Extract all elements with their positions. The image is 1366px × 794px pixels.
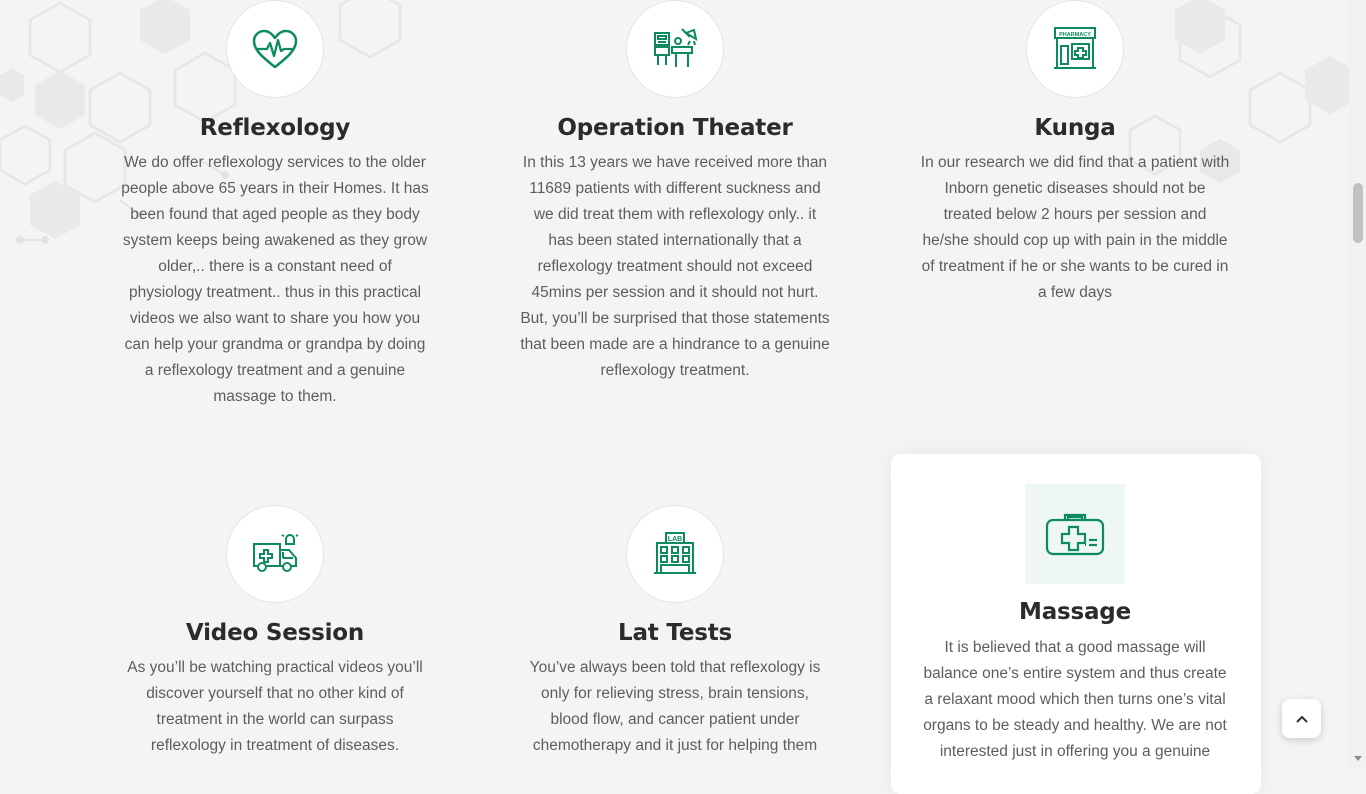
service-video-session: Video Session As you’ll be watching prac… — [120, 505, 430, 759]
service-icon-wrapper — [1025, 484, 1125, 584]
service-title: Reflexology — [199, 115, 351, 141]
service-operation-theater: Operation Theater In this 13 years we ha… — [520, 0, 830, 384]
ambulance-icon — [253, 534, 299, 572]
service-icon-wrapper: PHARMACY — [1026, 0, 1124, 98]
service-description: We do offer reflexology services to the … — [121, 154, 429, 405]
service-description: You’ve always been told that reflexology… — [529, 659, 821, 754]
service-icon-wrapper — [626, 0, 724, 98]
first-aid-kit-icon — [1045, 513, 1105, 556]
operating-room-icon — [654, 28, 698, 67]
service-lat-tests: LAB Lat Tests You’ve always been told th… — [520, 505, 830, 759]
pharmacy-icon: PHARMACY — [1054, 27, 1096, 69]
service-kunga: PHARMACY Kunga In our research we did fi… — [920, 0, 1230, 306]
service-icon-wrapper: LAB — [626, 505, 724, 603]
service-description: In our research we did find that a patie… — [920, 154, 1230, 301]
pharmacy-sign-label: PHARMACY — [1059, 32, 1091, 38]
heart-pulse-icon — [252, 29, 298, 69]
chevron-up-icon — [1295, 715, 1308, 723]
service-title: Lat Tests — [618, 620, 732, 646]
service-icon-wrapper — [226, 0, 324, 98]
scrollbar-track[interactable] — [1349, 0, 1366, 768]
service-description: As you’ll be watching practical videos y… — [127, 659, 423, 754]
scroll-to-top-button[interactable] — [1282, 699, 1321, 738]
service-description: It is believed that a good massage will … — [923, 639, 1227, 760]
service-icon-wrapper — [226, 505, 324, 603]
service-title: Kunga — [1034, 115, 1116, 141]
lab-sign-label: LAB — [668, 536, 682, 543]
service-title: Operation Theater — [557, 115, 793, 141]
service-reflexology: Reflexology We do offer reflexology serv… — [120, 0, 430, 410]
scrollbar-down-arrow[interactable] — [1354, 756, 1362, 761]
service-title: Massage — [1019, 599, 1131, 625]
service-description: In this 13 years we have received more t… — [520, 154, 830, 379]
service-massage: Massage It is believed that a good massa… — [920, 484, 1230, 765]
lab-building-icon: LAB — [654, 532, 696, 574]
service-title: Video Session — [185, 620, 365, 646]
scrollbar-thumb[interactable] — [1353, 183, 1363, 243]
